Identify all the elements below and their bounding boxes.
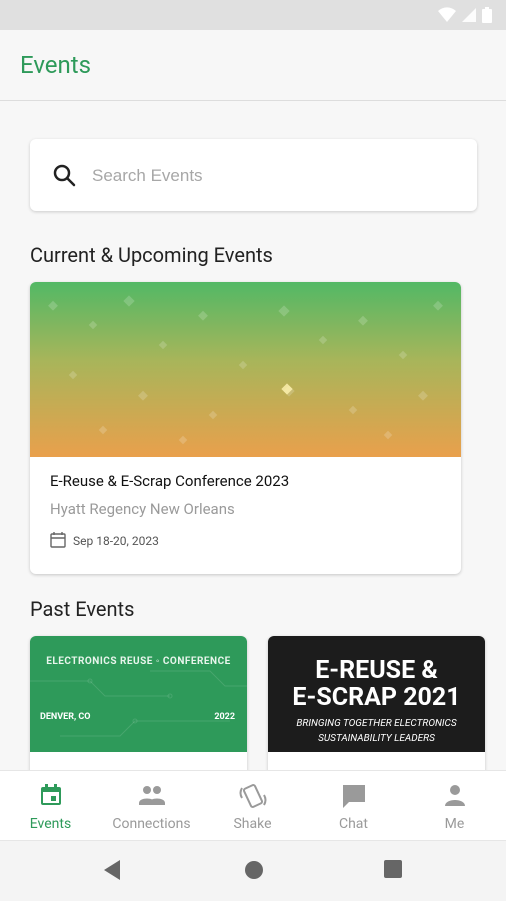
event-title: E-Reuse & E-Scrap Conference 2023 bbox=[50, 472, 290, 490]
banner-year: 2022 bbox=[214, 712, 235, 722]
person-icon bbox=[444, 785, 465, 806]
wifi-icon bbox=[438, 7, 456, 23]
banner-tagline-line1: BRINGING TOGETHER ELECTRONICS bbox=[296, 718, 457, 729]
calendar-icon bbox=[40, 784, 61, 805]
nav-item-me[interactable]: Me bbox=[404, 771, 505, 841]
chat-icon bbox=[342, 785, 365, 808]
banner-tagline-line2: SUSTAINABILITY LEADERS bbox=[318, 733, 435, 744]
nav-label: Events bbox=[29, 816, 72, 832]
event-banner-image bbox=[30, 282, 461, 457]
search-bar[interactable] bbox=[30, 139, 477, 211]
status-icons bbox=[438, 7, 492, 23]
section-title-current: Current & Upcoming Events bbox=[30, 243, 273, 267]
page-title: Events bbox=[20, 51, 92, 79]
past-event-card[interactable]: E-REUSE & E-SCRAP 2021 BRINGING TOGETHER… bbox=[268, 636, 485, 776]
search-icon bbox=[53, 164, 76, 187]
people-icon bbox=[138, 786, 165, 805]
home-icon[interactable] bbox=[243, 859, 265, 881]
recents-icon[interactable] bbox=[383, 859, 403, 879]
signal-icon bbox=[462, 8, 476, 22]
nav-item-shake[interactable]: Shake bbox=[202, 771, 303, 841]
banner-city: DENVER, CO bbox=[40, 712, 91, 722]
nav-item-events[interactable]: Events bbox=[0, 771, 101, 841]
nav-label: Shake bbox=[233, 816, 272, 832]
status-bar bbox=[0, 0, 506, 30]
search-input[interactable] bbox=[90, 161, 454, 191]
circuit-pattern bbox=[30, 670, 247, 737]
past-event-card[interactable]: ELECTRONICS REUSE ◦ CONFERENCE DENVER, C… bbox=[30, 636, 247, 776]
nav-label: Me bbox=[444, 816, 465, 832]
app-bar: Events bbox=[0, 30, 506, 101]
section-title-past: Past Events bbox=[30, 597, 135, 621]
event-card[interactable]: E-Reuse & E-Scrap Conference 2023 Hyatt … bbox=[30, 282, 461, 574]
calendar-icon bbox=[50, 532, 66, 548]
banner-title-line2: E-SCRAP 2021 bbox=[292, 683, 461, 712]
event-date: Sep 18-20, 2023 bbox=[73, 534, 159, 548]
past-event-banner: E-REUSE & E-SCRAP 2021 BRINGING TOGETHER… bbox=[268, 636, 485, 752]
phone-shake-icon bbox=[239, 784, 266, 808]
nav-item-chat[interactable]: Chat bbox=[303, 771, 404, 841]
nav-label: Chat bbox=[338, 816, 369, 832]
battery-icon bbox=[482, 7, 492, 23]
nav-label: Connections bbox=[112, 816, 191, 832]
past-event-banner: ELECTRONICS REUSE ◦ CONFERENCE DENVER, C… bbox=[30, 636, 247, 752]
nav-item-connections[interactable]: Connections bbox=[101, 771, 202, 841]
system-navigation-bar bbox=[0, 840, 506, 901]
banner-title-line1: E-REUSE & bbox=[315, 656, 438, 685]
event-venue: Hyatt Regency New Orleans bbox=[50, 500, 235, 518]
banner-header: ELECTRONICS REUSE ◦ CONFERENCE bbox=[46, 656, 231, 667]
back-icon[interactable] bbox=[102, 859, 122, 881]
bottom-navigation: Events Connections Shake Chat Me bbox=[0, 770, 506, 841]
